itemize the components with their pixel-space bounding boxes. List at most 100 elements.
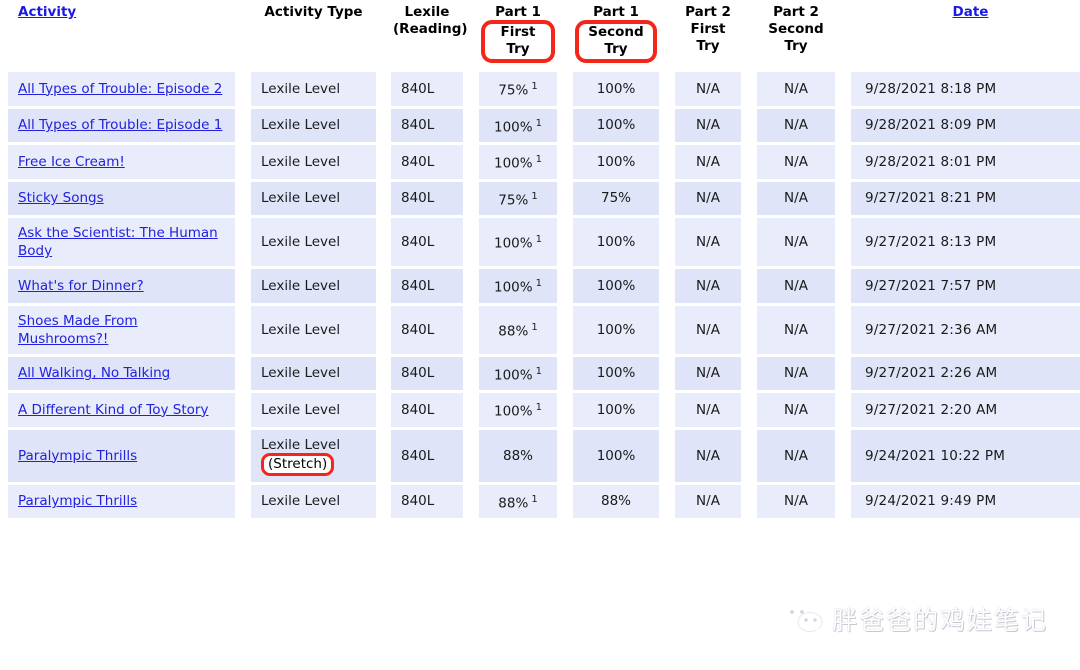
header-part2-first-line3: Try [696,38,720,54]
cell-lexile: 840L [391,390,463,430]
part1-first-try-value: 100% [494,235,533,252]
lexile-value: 840L [401,153,435,170]
row-spacer-2 [376,353,391,393]
activity-type-label: Lexile Level [261,80,341,97]
activity-link[interactable]: All Types of Trouble: Episode 2 [18,81,222,97]
part2-first-try-value: N/A [696,365,720,382]
lexile-value: 840L [401,493,435,510]
cell-lexile: 840L [391,426,463,485]
row-spacer-5 [659,178,675,218]
row-spacer-6 [741,142,757,182]
row-spacer-7 [835,142,851,182]
row-spacer-1 [235,69,251,109]
table-row: Paralympic Thrills Lexile Level 840L 88% 1 88… [0,481,1080,521]
header-activity-sort-link[interactable]: Activity [18,4,76,20]
row-spacer-5 [659,353,675,393]
cell-activity: Sticky Songs [8,178,235,218]
row-spacer-6 [741,353,757,393]
row-spacer-5 [659,390,675,430]
part2-first-try-value: N/A [696,277,720,294]
date-value: 9/27/2021 7:57 PM [865,277,997,294]
cell-lexile: 840L [391,69,463,109]
cell-part1-first-try: 100% 1 [479,353,557,393]
activity-link[interactable]: Free Ice Cream! [18,154,125,170]
activity-link[interactable]: All Types of Trouble: Episode 1 [18,117,222,133]
cell-activity-type: Lexile Level [251,353,376,393]
row-spacer-2 [376,178,391,218]
date-value: 9/27/2021 2:26 AM [865,365,998,382]
cell-part1-first-try: 88% 1 [479,302,557,357]
part1-second-try-value: 100% [596,234,636,250]
header-lexile-line2: (Reading) [393,21,468,37]
cell-part2-second-try: N/A [757,426,835,485]
row-spacer-5 [659,142,675,182]
part1-second-try-value: 100% [596,401,636,418]
row-spacer-6 [741,266,757,306]
activity-link[interactable]: Shoes Made From Mushrooms?! [18,313,138,347]
lexile-value: 840L [401,80,435,97]
date-value: 9/28/2021 8:18 PM [865,80,997,97]
cell-part1-second-try: 100% [573,353,659,393]
row-spacer-3 [463,481,479,521]
cell-part2-first-try: N/A [675,390,741,430]
cell-part2-second-try: N/A [757,302,835,357]
row-spacer-7 [835,266,851,306]
lexile-value: 840L [401,190,435,207]
part1-second-try-value: 100% [596,277,636,294]
row-spacer-5 [659,426,675,485]
row-spacer-2 [376,426,391,485]
footnote-marker: 1 [535,365,542,377]
header-activity[interactable]: Activity [8,0,235,71]
row-spacer-6 [741,178,757,218]
cell-part2-second-try: N/A [757,105,835,145]
part1-second-try-value: 100% [596,153,636,170]
header-date[interactable]: Date [851,0,1080,71]
header-spacer-7 [835,0,851,71]
row-spacer-1 [235,266,251,306]
activity-link[interactable]: Sticky Songs [18,190,104,206]
cell-activity: A Different Kind of Toy Story [8,390,235,430]
header-part2-first-line2: First [690,21,726,37]
part2-second-try-value: N/A [784,447,808,464]
part1-first-try-value: 100% [494,119,533,135]
row-spacer-3 [463,105,479,145]
part1-first-try-value: 100% [494,155,533,172]
cell-activity: Ask the Scientist: The Human Body [8,215,235,269]
activity-type-label: Lexile Level [261,234,341,250]
table-row: What's for Dinner? Lexile Level 840L 100% 1 1… [0,266,1080,306]
lexile-value: 840L [401,365,435,382]
part2-second-try-value: N/A [784,401,808,418]
part2-second-try-value: N/A [784,493,808,510]
activity-link[interactable]: What's for Dinner? [18,278,144,294]
header-date-sort-link[interactable]: Date [953,4,989,20]
cell-date: 9/28/2021 8:18 PM [851,69,1080,109]
part1-second-try-value: 100% [596,117,636,134]
activity-type-label: Lexile Level [261,436,341,453]
header-spacer-0 [0,0,8,71]
cell-part2-second-try: N/A [757,266,835,306]
header-spacer-1 [235,0,251,71]
row-spacer-4 [557,178,573,218]
row-spacer-1 [235,215,251,269]
activity-type-label: Lexile Level [261,365,341,382]
part2-second-try-value: N/A [784,153,808,170]
cell-part2-first-try: N/A [675,142,741,182]
header-part1-first-try: Part 1 First Try [479,0,557,71]
activity-link[interactable]: A Different Kind of Toy Story [18,402,208,418]
activity-link[interactable]: Paralympic Thrills [18,448,137,464]
lexile-value: 840L [401,401,435,418]
cell-part1-second-try: 88% [573,481,659,521]
activity-link[interactable]: Paralympic Thrills [18,493,137,509]
header-spacer-6 [741,0,757,71]
date-value: 9/27/2021 2:20 AM [865,401,998,418]
footnote-marker: 1 [531,190,538,202]
header-part1-second-try: Part 1 Second Try [573,0,659,71]
cell-part1-first-try: 75% 1 [479,69,557,109]
cell-lexile: 840L [391,302,463,357]
activity-link[interactable]: Ask the Scientist: The Human Body [18,225,218,259]
table-row: A Different Kind of Toy Story Lexile Leve… [0,390,1080,430]
header-part2-second-try: Part 2 Second Try [757,0,835,71]
cell-part2-second-try: N/A [757,142,835,182]
activity-link[interactable]: All Walking, No Talking [18,365,170,381]
table-row: All Walking, No Talking Lexile Level 840L 1… [0,353,1080,393]
